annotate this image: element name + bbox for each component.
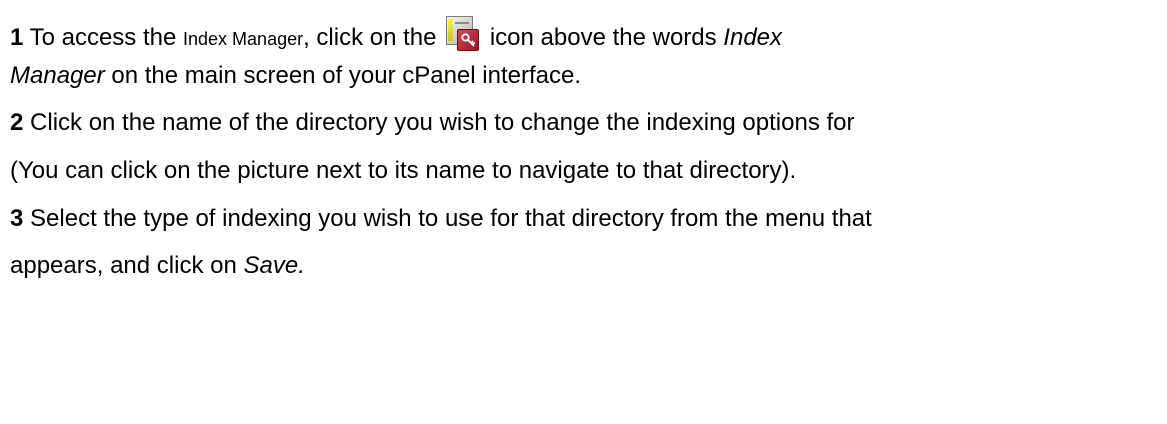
- step-3-emphasis: Save.: [243, 252, 305, 280]
- step-3-text-b: appears, and click on: [10, 252, 244, 280]
- step-3-text-a: Select the type of indexing you wish to …: [23, 204, 872, 232]
- step-1-emphasis-2: Manager: [10, 61, 105, 89]
- step-2-line-1: 2 Click on the name of the directory you…: [10, 111, 1160, 135]
- step-3-number: 3: [10, 204, 24, 232]
- icon-line: [455, 22, 470, 24]
- step-1-emphasis-1: Index: [723, 24, 783, 51]
- step-1-line-1: 1 To access the Index Manager, click on …: [10, 16, 1160, 51]
- key-badge-icon: [457, 29, 480, 51]
- step-2-text-b: (You can click on the picture next to it…: [10, 157, 797, 185]
- step-2-line-2: (You can click on the picture next to it…: [10, 159, 1160, 183]
- step-1-text-b: Index Manager: [183, 29, 304, 49]
- step-3-line-1: 3 Select the type of indexing you wish t…: [10, 204, 1160, 232]
- step-1-number: 1: [10, 24, 24, 51]
- instructions: 1 To access the Index Manager, click on …: [10, 16, 1160, 278]
- step-1-line-2: Manager on the main screen of your cPane…: [10, 61, 1160, 89]
- icon-bar: [448, 19, 454, 41]
- step-2-text-a: Click on the name of the directory you w…: [23, 109, 855, 137]
- step-1-text-d: icon above the words: [483, 24, 724, 51]
- step-1-text-a: To access the: [23, 24, 184, 51]
- step-2-number: 2: [10, 109, 24, 137]
- index-manager-icon: [446, 16, 480, 51]
- step-3-line-2: appears, and click on Save.: [10, 254, 1160, 278]
- step-1-text-c: , click on the: [303, 24, 444, 51]
- step-1-text-e: on the main screen of your cPanel interf…: [104, 61, 581, 89]
